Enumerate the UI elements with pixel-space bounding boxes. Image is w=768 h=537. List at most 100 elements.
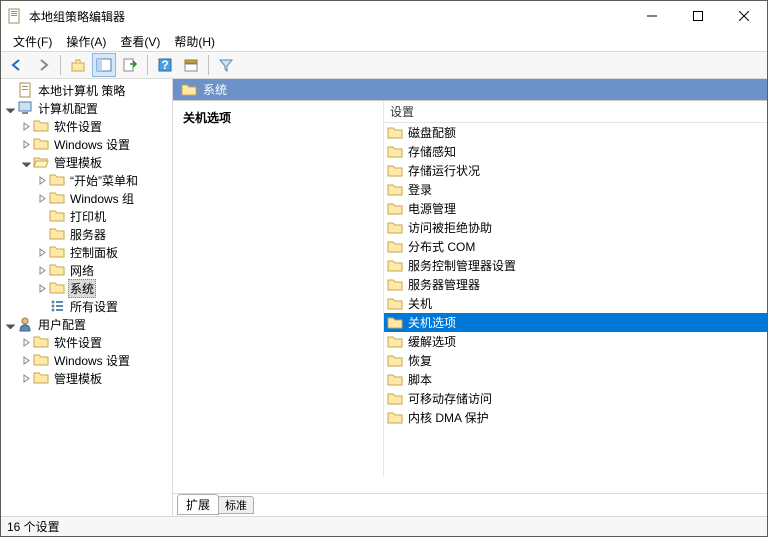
- menu-view[interactable]: 查看(V): [114, 32, 166, 51]
- folder-icon: [49, 298, 65, 314]
- tree-all-settings[interactable]: 所有设置: [1, 297, 173, 315]
- list-item[interactable]: 可移动存储访问: [384, 389, 767, 408]
- nav-tree[interactable]: 本地计算机 策略计算机配置软件设置Windows 设置管理模板“开始”菜单和Wi…: [1, 79, 173, 499]
- status-text: 16 个设置: [7, 518, 60, 535]
- nav-back-button[interactable]: [5, 53, 29, 77]
- tree-servers[interactable]: 服务器: [1, 225, 173, 243]
- menu-file[interactable]: 文件(F): [7, 32, 58, 51]
- list-item[interactable]: 分布式 COM: [384, 237, 767, 256]
- folder-icon: [387, 315, 403, 331]
- show-hide-tree-button[interactable]: [92, 53, 116, 77]
- menu-bar: 文件(F) 操作(A) 查看(V) 帮助(H): [1, 31, 767, 51]
- description-title: 关机选项: [183, 109, 373, 126]
- tree-control-panel[interactable]: 控制面板: [1, 243, 173, 261]
- list-item[interactable]: 脚本: [384, 370, 767, 389]
- tree-software-settings[interactable]: 软件设置: [1, 117, 173, 135]
- folder-icon: [49, 244, 65, 260]
- right-pane: 系统 关机选项 设置 磁盘配额存储感知存储运行状况登录电源管理访问被拒绝协助分布…: [173, 79, 767, 516]
- title-bar[interactable]: 本地组策略编辑器: [1, 1, 767, 31]
- menu-action[interactable]: 操作(A): [60, 32, 112, 51]
- tree-u-admin-templates[interactable]: 管理模板: [1, 369, 173, 387]
- list-item[interactable]: 电源管理: [384, 199, 767, 218]
- menu-help[interactable]: 帮助(H): [168, 32, 221, 51]
- properties-button[interactable]: [179, 53, 203, 77]
- tree-system[interactable]: 系统: [1, 279, 173, 297]
- folder-icon: [33, 154, 49, 170]
- help-button[interactable]: ?: [153, 53, 177, 77]
- export-button[interactable]: [118, 53, 142, 77]
- folder-icon: [49, 190, 65, 206]
- tree-u-software-settings[interactable]: 软件设置: [1, 333, 173, 351]
- list-item[interactable]: 关机选项: [384, 313, 767, 332]
- tree-windows-settings[interactable]: Windows 设置: [1, 135, 173, 153]
- tab-extended[interactable]: 扩展: [177, 494, 219, 515]
- list-item[interactable]: 关机: [384, 294, 767, 313]
- toolbar: ?: [1, 51, 767, 79]
- folder-icon: [387, 239, 403, 255]
- list-item[interactable]: 存储运行状况: [384, 161, 767, 180]
- toolbar-separator: [208, 55, 209, 75]
- settings-list-panel: 设置 磁盘配额存储感知存储运行状况登录电源管理访问被拒绝协助分布式 COM服务控…: [383, 101, 767, 493]
- description-panel: 关机选项: [173, 101, 383, 493]
- tree-windows-components[interactable]: Windows 组: [1, 189, 173, 207]
- folder-icon: [387, 125, 403, 141]
- app-icon: [7, 8, 23, 24]
- tree-user-config[interactable]: 用户配置: [1, 315, 173, 333]
- tree-root[interactable]: 本地计算机 策略: [1, 81, 173, 99]
- toolbar-separator: [60, 55, 61, 75]
- view-tabs: 扩展 标准: [173, 494, 767, 516]
- folder-icon: [33, 118, 49, 134]
- list-item[interactable]: 缓解选项: [384, 332, 767, 351]
- list-item[interactable]: 服务器管理器: [384, 275, 767, 294]
- list-column-header[interactable]: 设置: [383, 101, 767, 123]
- folder-icon: [33, 136, 49, 152]
- filter-button[interactable]: [214, 53, 238, 77]
- list-horizontal-scrollbar[interactable]: [383, 476, 767, 493]
- folder-icon: [387, 163, 403, 179]
- folder-icon: [33, 334, 49, 350]
- tab-standard[interactable]: 标准: [218, 496, 254, 514]
- main-body: 本地计算机 策略计算机配置软件设置Windows 设置管理模板“开始”菜单和Wi…: [1, 79, 767, 516]
- tree-u-windows-settings[interactable]: Windows 设置: [1, 351, 173, 369]
- folder-icon: [387, 277, 403, 293]
- tree-horizontal-scrollbar[interactable]: [1, 499, 172, 516]
- svg-text:?: ?: [161, 58, 168, 72]
- close-button[interactable]: [721, 1, 767, 31]
- folder-icon: [387, 372, 403, 388]
- list-item[interactable]: 存储感知: [384, 142, 767, 161]
- list-item[interactable]: 内核 DMA 保护: [384, 408, 767, 427]
- status-bar: 16 个设置: [1, 516, 767, 536]
- minimize-button[interactable]: [629, 1, 675, 31]
- list-item[interactable]: 登录: [384, 180, 767, 199]
- tree-printers[interactable]: 打印机: [1, 207, 173, 225]
- tree-computer-config[interactable]: 计算机配置: [1, 99, 173, 117]
- up-button[interactable]: [66, 53, 90, 77]
- folder-icon: [387, 353, 403, 369]
- folder-icon: [387, 334, 403, 350]
- folder-icon: [387, 182, 403, 198]
- folder-icon: [17, 316, 33, 332]
- list-item[interactable]: 恢复: [384, 351, 767, 370]
- app-window: 本地组策略编辑器 文件(F) 操作(A) 查看(V) 帮助(H) ? 本地计算机…: [0, 0, 768, 537]
- folder-icon: [387, 201, 403, 217]
- window-title: 本地组策略编辑器: [29, 8, 629, 25]
- folder-icon: [33, 370, 49, 386]
- folder-icon: [49, 208, 65, 224]
- folder-icon: [17, 100, 33, 116]
- folder-icon: [387, 220, 403, 236]
- tree-start-menu[interactable]: “开始”菜单和: [1, 171, 173, 189]
- list-item[interactable]: 磁盘配额: [384, 123, 767, 142]
- settings-list[interactable]: 磁盘配额存储感知存储运行状况登录电源管理访问被拒绝协助分布式 COM服务控制管理…: [383, 123, 767, 476]
- folder-icon: [387, 296, 403, 312]
- path-bar: 系统: [173, 79, 767, 101]
- tree-network[interactable]: 网络: [1, 261, 173, 279]
- list-item[interactable]: 服务控制管理器设置: [384, 256, 767, 275]
- folder-icon: [387, 144, 403, 160]
- content-area: 关机选项 设置 磁盘配额存储感知存储运行状况登录电源管理访问被拒绝协助分布式 C…: [173, 101, 767, 494]
- nav-forward-button[interactable]: [31, 53, 55, 77]
- list-item[interactable]: 访问被拒绝协助: [384, 218, 767, 237]
- tree-admin-templates[interactable]: 管理模板: [1, 153, 173, 171]
- folder-icon: [49, 262, 65, 278]
- maximize-button[interactable]: [675, 1, 721, 31]
- folder-icon: [181, 82, 197, 98]
